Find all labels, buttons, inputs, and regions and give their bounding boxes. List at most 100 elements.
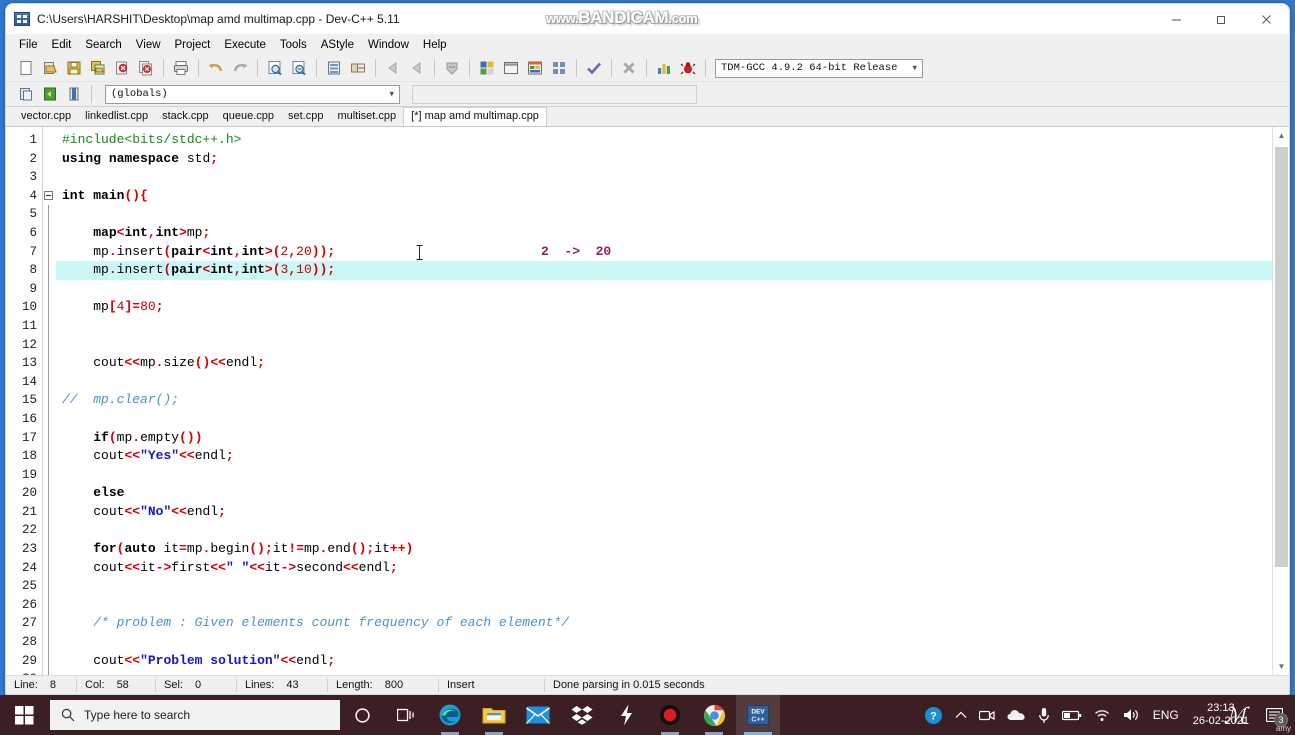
windows-start-icon[interactable] [0, 695, 48, 735]
tab-stack-cpp[interactable]: stack.cpp [155, 108, 216, 126]
clock[interactable]: 23:13 26-02-2021 [1185, 695, 1257, 735]
fold-marker[interactable] [43, 187, 56, 206]
code-line[interactable]: if(mp.empty()) [56, 429, 1289, 448]
goto-line-icon[interactable] [323, 57, 345, 79]
code-line[interactable]: cout<<"Problem solution"<<endl; [56, 652, 1289, 671]
scope-dropdown[interactable]: (globals) ▾ [105, 84, 400, 104]
minimize-button[interactable] [1154, 4, 1199, 34]
code-line[interactable] [56, 373, 1289, 392]
code-line[interactable]: int main(){ [56, 187, 1289, 206]
toggle-bookmark-icon[interactable] [39, 83, 61, 105]
save-icon[interactable] [63, 57, 85, 79]
code-line[interactable] [56, 670, 1289, 675]
language-indicator[interactable]: ENG [1147, 695, 1185, 735]
task-view-icon[interactable] [384, 695, 428, 735]
back-icon[interactable] [382, 57, 404, 79]
code-line[interactable]: mp[4]=80; [56, 298, 1289, 317]
dropbox-icon[interactable] [560, 695, 604, 735]
code-line[interactable]: cout<<"Yes"<<endl; [56, 447, 1289, 466]
code-line[interactable]: #include<bits/stdc++.h> [56, 131, 1289, 150]
code-line[interactable] [56, 410, 1289, 429]
editor-vertical-scrollbar[interactable]: ▲ ▼ [1272, 127, 1289, 675]
restore-button[interactable] [1199, 4, 1244, 34]
rebuild-all-icon[interactable] [548, 57, 570, 79]
code-line[interactable]: for(auto it=mp.begin();it!=mp.end();it++… [56, 540, 1289, 559]
fold-collapse-icon[interactable] [44, 190, 53, 200]
goto-bookmark-icon[interactable] [63, 83, 85, 105]
menu-window[interactable]: Window [361, 37, 416, 53]
tab-set-cpp[interactable]: set.cpp [280, 108, 331, 126]
wifi-icon[interactable] [1088, 695, 1117, 735]
run-icon[interactable] [500, 57, 522, 79]
code-line[interactable] [56, 596, 1289, 615]
help-circle-icon[interactable]: ? [918, 695, 949, 735]
code-editor[interactable]: 1 2 3 4 5 6 7 8 9 10 11 12 13 14 15 16 17 18 19 20 21 22 23 24 2… [6, 126, 1289, 675]
compile-run-icon[interactable] [524, 57, 546, 79]
replace-icon[interactable] [347, 57, 369, 79]
open-file-icon[interactable] [39, 57, 61, 79]
stop-execution-icon[interactable] [618, 57, 640, 79]
insert-snippet-icon[interactable] [15, 83, 37, 105]
microsoft-edge-icon[interactable] [428, 695, 472, 735]
save-all-icon[interactable] [87, 57, 109, 79]
code-line[interactable]: else [56, 484, 1289, 503]
code-line[interactable]: // mp.clear(); [56, 391, 1289, 410]
redo-icon[interactable] [229, 57, 251, 79]
shield-icon[interactable] [441, 57, 463, 79]
tab-linkedlist-cpp[interactable]: linkedlist.cpp [78, 108, 156, 126]
code-line[interactable]: cout<<it->first<<" "<<it->second<<endl; [56, 559, 1289, 578]
microphone-icon[interactable] [1032, 695, 1056, 735]
chevron-up-icon[interactable] [949, 695, 973, 735]
code-folding-column[interactable] [42, 127, 56, 675]
tab-multiset-cpp[interactable]: multiset.cpp [330, 108, 404, 126]
menu-tools[interactable]: Tools [273, 37, 314, 53]
find-icon[interactable] [264, 57, 286, 79]
file-explorer-icon[interactable] [472, 695, 516, 735]
find-next-icon[interactable] [288, 57, 310, 79]
new-file-icon[interactable] [15, 57, 37, 79]
battery-icon[interactable] [1056, 695, 1088, 735]
close-file-icon[interactable] [111, 57, 133, 79]
menu-execute[interactable]: Execute [217, 37, 273, 53]
compiler-set-dropdown[interactable]: TDM-GCC 4.9.2 64-bit Release ▾ [715, 58, 923, 78]
title-bar[interactable]: C:\Users\HARSHIT\Desktop\map amd multima… [6, 4, 1289, 34]
forward-icon[interactable] [406, 57, 428, 79]
menu-search[interactable]: Search [78, 37, 128, 53]
code-text-area[interactable]: #include<bits/stdc++.h> using namespace s… [56, 127, 1289, 675]
camera-icon[interactable] [973, 695, 1001, 735]
undo-icon[interactable] [205, 57, 227, 79]
member-dropdown[interactable] [412, 84, 697, 104]
code-line[interactable] [56, 466, 1289, 485]
cortana-icon[interactable] [340, 695, 384, 735]
scrollbar-thumb[interactable] [1275, 147, 1288, 567]
menu-view[interactable]: View [129, 37, 168, 53]
onedrive-cloud-icon[interactable] [1001, 695, 1032, 735]
code-line[interactable]: mp.insert(pair<int,int>(3,10)); [56, 261, 1289, 280]
menu-astyle[interactable]: AStyle [314, 37, 361, 53]
check-syntax-icon[interactable] [583, 57, 605, 79]
code-line[interactable]: mp.insert(pair<int,int>(2,20)); 2 -> 20 [56, 243, 1289, 262]
tab-vector-cpp[interactable]: vector.cpp [14, 108, 79, 126]
mail-icon[interactable] [516, 695, 560, 735]
speaker-icon[interactable] [1117, 695, 1147, 735]
dev-cpp-icon[interactable]: DEV C++ [736, 695, 780, 735]
search-input[interactable]: Type here to search [50, 700, 340, 730]
code-line[interactable]: cout<<mp.size()<<endl; [56, 354, 1289, 373]
close-button[interactable] [1244, 4, 1289, 34]
menu-project[interactable]: Project [168, 37, 218, 53]
code-line[interactable] [56, 633, 1289, 652]
code-line[interactable]: map<int,int>mp; [56, 224, 1289, 243]
code-line[interactable] [56, 317, 1289, 336]
print-icon[interactable] [170, 57, 192, 79]
scroll-up-arrow-icon[interactable]: ▲ [1273, 127, 1289, 144]
menu-edit[interactable]: Edit [45, 37, 79, 53]
code-line[interactable]: /* problem : Given elements count freque… [56, 614, 1289, 633]
code-line[interactable] [56, 521, 1289, 540]
code-line[interactable] [56, 280, 1289, 299]
code-line[interactable] [56, 577, 1289, 596]
menu-help[interactable]: Help [416, 37, 454, 53]
code-line[interactable] [56, 168, 1289, 187]
code-line[interactable] [56, 205, 1289, 224]
code-line[interactable] [56, 336, 1289, 355]
compile-icon[interactable] [476, 57, 498, 79]
